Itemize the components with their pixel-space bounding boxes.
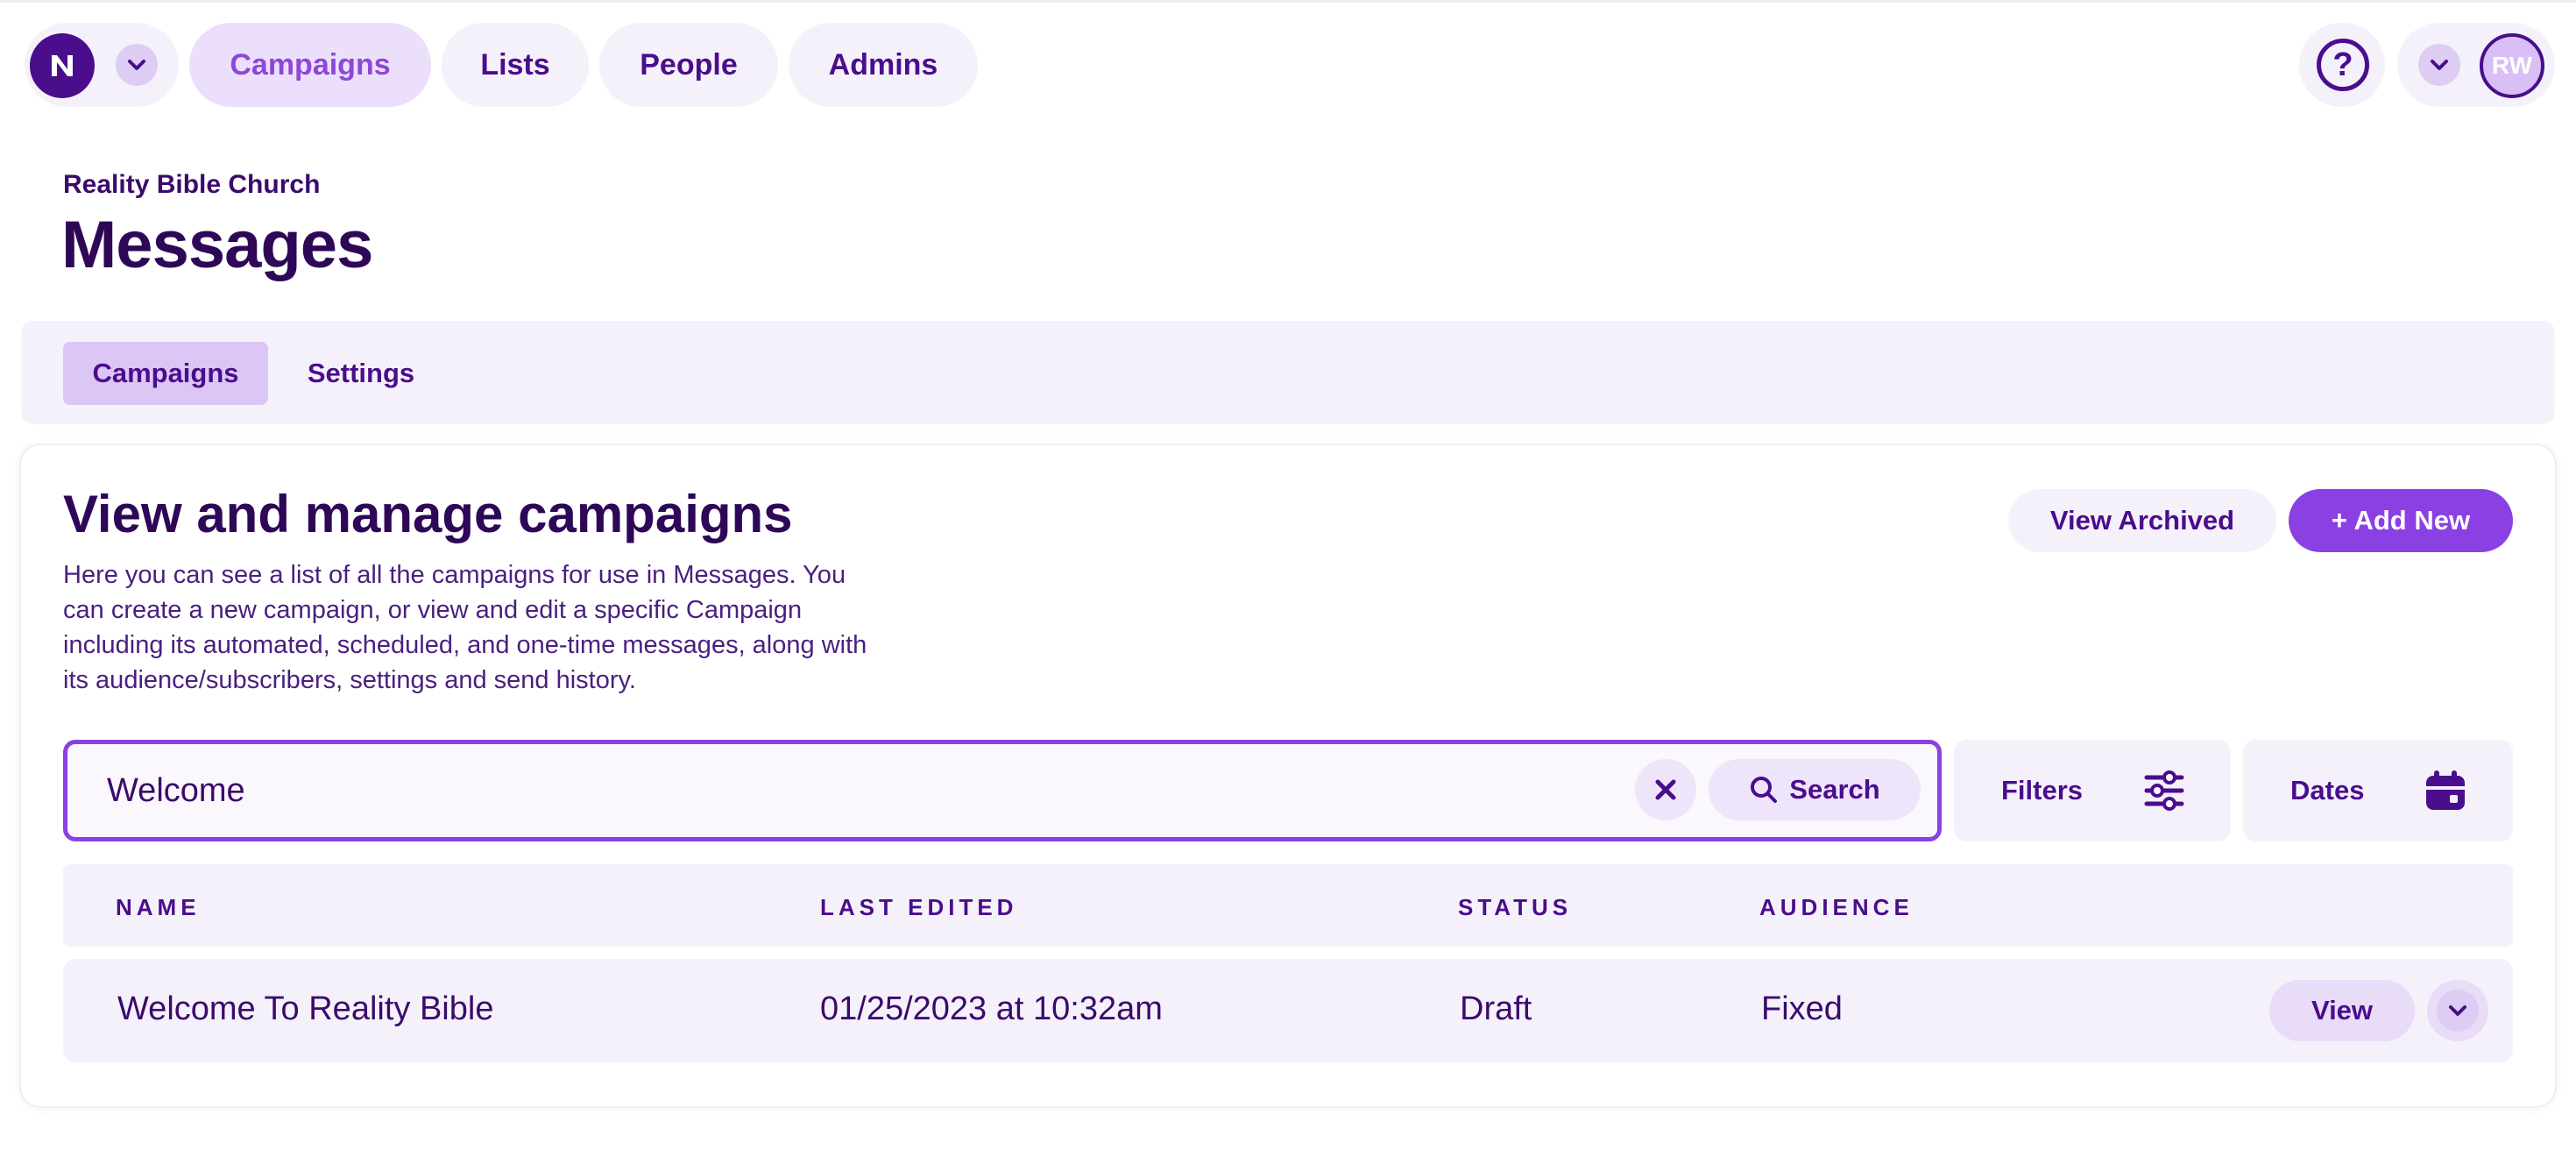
dates-label: Dates	[2290, 775, 2365, 806]
add-new-button[interactable]: + Add New	[2289, 489, 2513, 552]
org-name: Reality Bible Church	[63, 170, 321, 199]
clear-search-button[interactable]	[1635, 759, 1696, 820]
column-header-audience[interactable]: AUDIENCE	[1759, 894, 1914, 921]
search-button-label: Search	[1789, 774, 1880, 805]
search-icon	[1751, 777, 1778, 803]
close-icon	[1655, 779, 1676, 800]
row-more-button[interactable]	[2427, 980, 2488, 1041]
sliders-icon	[2144, 770, 2184, 811]
top-divider	[0, 0, 2576, 3]
subtab-campaigns[interactable]: Campaigns	[63, 342, 268, 405]
row-status: Draft	[1460, 990, 1532, 1027]
page-title: Messages	[61, 208, 373, 282]
filters-label: Filters	[2001, 775, 2084, 806]
chevron-down-icon	[2449, 1005, 2466, 1016]
user-menu-chevron-button[interactable]	[2418, 44, 2460, 86]
org-menu-chevron-button[interactable]	[116, 44, 158, 86]
nav-tab-people[interactable]: People	[599, 23, 778, 107]
row-last-edited: 01/25/2023 at 10:32am	[820, 990, 1163, 1027]
card-description: Here you can see a list of all the campa…	[63, 561, 867, 694]
row-chevron-circle	[2437, 990, 2479, 1032]
subtab-settings[interactable]: Settings	[284, 342, 438, 405]
row-campaign-name[interactable]: Welcome To Reality Bible	[117, 990, 493, 1028]
org-logo[interactable]	[30, 33, 95, 98]
column-header-status[interactable]: STATUS	[1458, 894, 1572, 921]
nav-tab-admins[interactable]: Admins	[789, 23, 978, 107]
nav-tab-lists[interactable]: Lists	[442, 23, 589, 107]
row-audience: Fixed	[1761, 990, 1843, 1027]
column-header-last-edited[interactable]: LAST EDITED	[820, 894, 1017, 921]
avatar[interactable]: RW	[2480, 33, 2544, 98]
calendar-icon	[2426, 770, 2465, 810]
column-header-name[interactable]: NAME	[116, 894, 201, 921]
search-input[interactable]	[107, 761, 1596, 820]
chevron-down-icon	[2431, 60, 2448, 70]
dates-button[interactable]: Dates	[2243, 740, 2513, 841]
n-logo-icon	[52, 55, 73, 76]
filters-button[interactable]: Filters	[1954, 740, 2231, 841]
view-archived-button[interactable]: View Archived	[2008, 489, 2276, 552]
chevron-down-icon	[128, 60, 145, 70]
nav-tab-campaigns[interactable]: Campaigns	[189, 23, 431, 107]
row-view-button[interactable]: View	[2269, 980, 2415, 1041]
help-icon[interactable]: ?	[2317, 39, 2369, 91]
search-button[interactable]: Search	[1709, 759, 1921, 820]
card-title: View and manage campaigns	[63, 485, 793, 543]
table-header	[63, 864, 2513, 947]
